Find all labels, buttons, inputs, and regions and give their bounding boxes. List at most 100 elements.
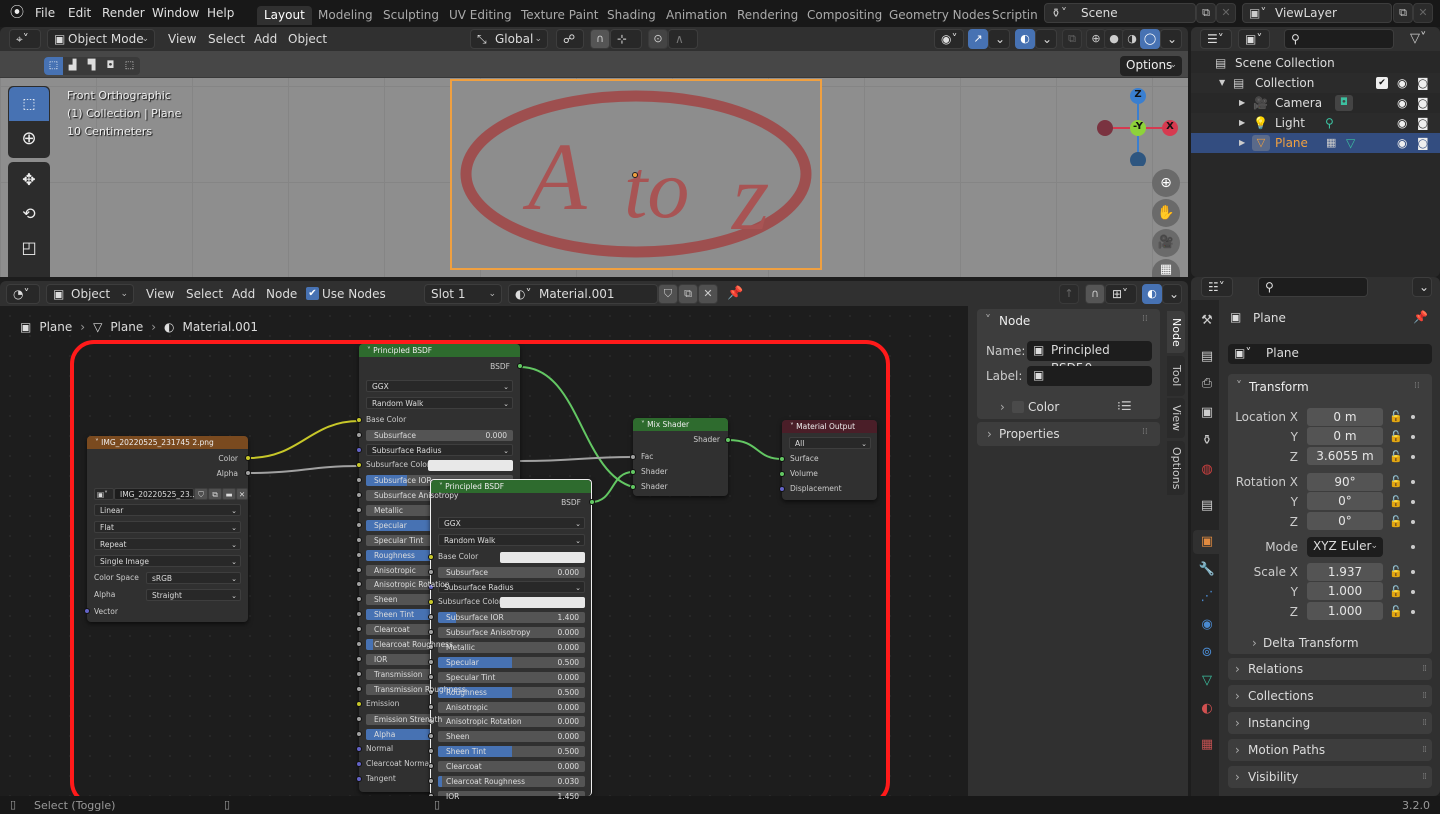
tab-compositing[interactable]: Compositing [800,6,889,25]
bsdf1-socket-in[interactable] [356,716,362,722]
cursor-tool[interactable]: ⊕ [9,122,49,156]
bsdf2-socket-in[interactable] [428,748,434,755]
bsdf1-socket-in[interactable] [356,686,362,693]
bsdf1-socket-in[interactable] [356,596,362,603]
bsdf2-color-swatch[interactable] [500,552,585,563]
bsdf2-field[interactable]: Specular 0.500 [438,656,585,668]
keyframe-dot-icon[interactable] [1411,590,1415,594]
bsdf2-field[interactable]: Specular Tint 0.000 [438,671,585,683]
panel-motion-paths[interactable]: › Motion Paths ⁞⁞ [1228,739,1432,761]
use-nodes-checkbox[interactable]: ✔ [306,287,319,300]
material-output-node[interactable]: ˅ Material Output All ⌄ Surface Volume Di… [779,420,877,500]
collapse-arrow-icon[interactable]: ˅ [985,313,991,327]
tab-rendering[interactable]: Rendering [730,6,805,25]
mode-selector[interactable]: ▣ Object Mode ⌄ [47,29,155,49]
viewport-menu-add[interactable]: Add [254,32,277,46]
bsdf2-subsurface-method-select[interactable]: Random Walk ⌄ [438,534,585,546]
panel-collections[interactable]: › Collections ⁞⁞ [1228,685,1432,707]
scale-x-field[interactable]: 1.937 [1307,563,1383,581]
bsdf2-field[interactable]: Subsurface IOR 1.400 [438,611,585,623]
bsdf2-field[interactable]: Clearcoat Roughness 0.030 [438,776,585,788]
keyframe-dot-icon[interactable] [1411,480,1415,484]
material-tab-icon[interactable]: ◐ [1196,698,1218,720]
location-y-field[interactable]: 0 m [1307,427,1383,445]
bsdf2-socket-in[interactable] [428,613,434,620]
eye-icon[interactable]: ◉ [1397,133,1407,153]
fake-user-shield-icon[interactable]: ⛉ [194,488,208,500]
properties-editor-type[interactable]: ☷˅ [1201,277,1233,297]
tool-tab-icon[interactable]: ⚒ [1196,310,1218,332]
visibility-selector[interactable]: ◉˅ [934,29,964,49]
shading-solid[interactable]: ● [1104,29,1124,49]
rotation-mode-select[interactable]: XYZ Euler ⌄ [1307,537,1383,557]
output-socket-surface[interactable] [779,456,785,462]
shading-wireframe[interactable]: ⊕ [1086,29,1106,49]
collapse-arrow-icon[interactable]: ˅ [1236,379,1242,393]
bsdf2-field[interactable]: Subsurface 0.000 [438,566,585,578]
bsdf1-socket-in[interactable] [356,611,362,618]
drag-handle-icon[interactable]: ⁞⁞ [1142,427,1148,437]
material-selector[interactable]: ◐˅ Material.001 [508,284,658,304]
scene-selector[interactable]: ⚱˅ Scene [1044,3,1196,23]
keyframe-dot-icon[interactable] [1411,455,1415,459]
bsdf1-field[interactable]: Subsurface 0.000 [366,429,513,441]
eye-icon[interactable]: ◉ [1397,113,1407,133]
delta-transform-subpanel[interactable]: Delta Transform [1263,636,1359,650]
lock-icon[interactable]: 🔓 [1389,475,1403,488]
bsdf2-socket-in[interactable] [428,763,434,770]
lock-icon[interactable]: 🔓 [1389,410,1403,423]
bsdf2-socket-out[interactable] [589,499,595,505]
world-tab-icon[interactable]: ◍ [1196,459,1218,481]
bsdf1-socket-in[interactable] [356,551,362,558]
shader-type-selector[interactable]: ▣ Object ⌄ [46,284,134,304]
bsdf2-field[interactable]: Anisotropic Rotation 0.000 [438,716,585,728]
bsdf2-socket-in[interactable] [428,703,434,710]
bsdf1-socket-in[interactable] [356,536,362,543]
tab-animation[interactable]: Animation [659,6,734,25]
properties-options-dropdown[interactable]: ⌄ [1412,277,1432,297]
mix-shader-header[interactable]: ˅ Mix Shader [633,418,728,431]
interpolation-select[interactable]: Linear ⌄ [94,504,241,516]
rotation-x-field[interactable]: 90° [1307,473,1383,491]
physics-tab-icon[interactable]: ◉ [1196,614,1218,636]
bsdf2-field[interactable]: Roughness 0.500 [438,686,585,698]
lock-icon[interactable]: 🔓 [1389,565,1403,578]
bsdf2-field[interactable]: Metallic 0.000 [438,641,585,653]
bsdf2-socket-in[interactable] [428,673,434,680]
shading-dropdown[interactable]: ⌄ [1160,29,1182,49]
parent-node-tree-icon[interactable]: ↑ [1059,284,1079,304]
camera-data-icon[interactable]: ◘ [1335,95,1353,111]
expand-arrow-icon[interactable]: › [1252,636,1257,650]
bsdf1-socket-in[interactable] [356,461,362,468]
bsdf1-socket-in[interactable] [356,446,362,453]
new-view-layer-icon[interactable]: ⧉ [1393,3,1413,23]
bsdf1-socket-in[interactable] [356,491,362,498]
bsdf1-subsurface-method-select[interactable]: Random Walk ⌄ [366,397,513,409]
socket-alpha-out[interactable] [245,470,251,476]
modifier-icon[interactable]: ▦ [1326,133,1336,153]
output-socket-volume[interactable] [779,471,785,477]
extension-select[interactable]: Repeat ⌄ [94,538,241,550]
node-overlays-dropdown[interactable]: ⌄ [1162,284,1182,304]
exclude-checkbox[interactable]: ✔ [1376,77,1388,89]
display-mode-selector[interactable]: ▣˅ [1238,29,1270,49]
data-tab-icon[interactable]: ▽ [1196,670,1218,692]
render-camera-icon[interactable]: ◙ [1417,113,1429,133]
keyframe-dot-icon[interactable] [1411,545,1415,549]
blender-logo-icon[interactable]: ⦿ [10,5,26,21]
particles-tab-icon[interactable]: ⋰ [1196,586,1218,608]
material-output-header[interactable]: ˅ Material Output [782,420,877,433]
select-intersect-icon[interactable]: ⬚ [120,57,139,75]
bsdf1-socket-in[interactable] [356,760,362,767]
xray-toggle[interactable]: ⧉ [1062,29,1082,49]
drag-handle-icon[interactable]: ⁞⁞ [1422,739,1427,761]
mix-socket-shader1[interactable] [630,469,636,475]
mix-socket-fac[interactable] [630,454,636,460]
select-subtract-icon[interactable]: ▜ [82,57,101,75]
delete-view-layer-icon[interactable]: ✕ [1413,3,1433,23]
overlays-dropdown[interactable]: ⌄ [1035,29,1057,49]
keyframe-dot-icon[interactable] [1411,415,1415,419]
image-texture-node-header[interactable]: ˅ IMG_20220525_231745 2.png [87,436,248,449]
bsdf1-socket-in[interactable] [356,626,362,633]
keyframe-dot-icon[interactable] [1411,520,1415,524]
